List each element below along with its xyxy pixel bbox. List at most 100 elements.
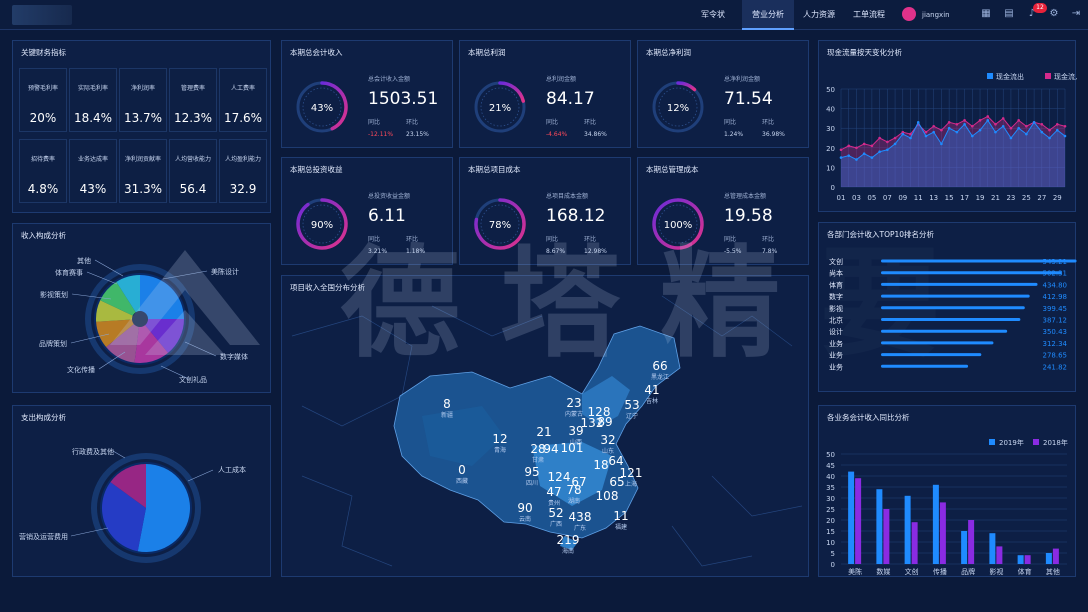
series-point xyxy=(839,148,843,152)
bar xyxy=(989,533,996,564)
map-border-line xyxy=(711,475,803,517)
kpi-label: 人工费率 xyxy=(230,85,255,92)
yoy-panel: 各业务会计收入同比分析 0 5 10 15 20 25 30 35 40 45 50 美陈 数媒 文创 传播… xyxy=(818,405,1076,577)
stat-value: 19.58 xyxy=(724,206,773,226)
series-point xyxy=(1048,128,1051,132)
series-point xyxy=(986,115,990,118)
username[interactable]: jiangxin xyxy=(922,0,950,30)
grid-icon[interactable]: ▦ xyxy=(980,8,992,20)
bar-value: 278.65 xyxy=(1043,352,1068,360)
kpi-label: 净利润贡献率 xyxy=(124,156,161,163)
bar-category: 业务 xyxy=(829,339,843,348)
avatar[interactable] xyxy=(902,7,916,21)
y-tick: 5 xyxy=(831,550,835,558)
bar xyxy=(881,318,1021,321)
kpi-value: 12.3% xyxy=(173,111,213,125)
income-pie-panel: 收入构成分析 其他 体育赛事 影视策划 品牌策划 文化传播 文创礼品 数字媒体 美陈设计 xyxy=(12,223,271,393)
series-point xyxy=(1063,134,1067,138)
ring-percent: 43% xyxy=(311,103,333,114)
map-value: 89 xyxy=(597,415,612,429)
series-point xyxy=(947,121,951,124)
series-point xyxy=(994,130,997,134)
legend-label: 2019年 xyxy=(999,438,1024,447)
map-value: 52 xyxy=(548,506,563,520)
yoy-value: -4.64% xyxy=(546,131,568,138)
income-pie-chart: 其他体育赛事影视策划品牌策划文化传播文创礼品 数字媒体 美陈设计 xyxy=(39,256,248,384)
panel-title: 本期总管理成本 xyxy=(646,165,699,174)
series-point xyxy=(986,119,990,122)
y-tick: 40 xyxy=(826,106,835,114)
document-icon[interactable]: ▤ xyxy=(1003,8,1015,20)
kpi-value: 43% xyxy=(79,182,107,196)
bar-category: 业务 xyxy=(829,362,843,371)
stat-panel: 本期总利润 21% 总利润金额 84.17 同比 环比 -4.64% 34.86% xyxy=(459,40,631,148)
panel-title: 关键财务指标 xyxy=(21,48,66,57)
kpi-label: 预警毛利率 xyxy=(27,85,58,92)
series-point xyxy=(924,130,928,134)
series-point xyxy=(893,136,897,140)
nav-tab-3[interactable]: 人力资源 xyxy=(798,0,840,30)
bar xyxy=(1017,555,1024,564)
y-tick: 10 xyxy=(826,164,835,172)
series-point xyxy=(878,136,881,140)
logout-icon[interactable]: ⇥ xyxy=(1070,8,1082,20)
map-value: 108 xyxy=(596,489,619,503)
mom-label: 环比 xyxy=(406,119,419,126)
bar xyxy=(881,271,1062,275)
legend-label: 现金流出 xyxy=(996,72,1024,81)
series-point xyxy=(1040,130,1044,134)
top10-bar-chart: 文创 543.21 尚本 502.31 体育 434.80 数字 412.98 影视 399.45… xyxy=(829,257,1077,371)
series-point xyxy=(955,130,959,134)
x-tick: 13 xyxy=(929,194,938,202)
nav-tab-2[interactable]: 营业分析 xyxy=(742,0,794,30)
kpi-value: 31.3% xyxy=(123,182,163,196)
series-point xyxy=(940,142,943,146)
map-border-line xyxy=(661,295,793,347)
series-point xyxy=(878,150,881,154)
map-border-line xyxy=(301,475,393,567)
series-point xyxy=(909,132,912,136)
gear-icon[interactable]: ⚙ xyxy=(1048,8,1060,20)
x-tick: 01 xyxy=(837,194,846,202)
series-point xyxy=(847,154,851,157)
map-value: 94 xyxy=(543,442,558,456)
stat-panel: 本期总投资收益 90% 总投资收益金额 6.11 同比 环比 3.21% 1.18% xyxy=(281,157,453,265)
yoy-value: 8.67% xyxy=(546,248,566,255)
x-tick: 体育 xyxy=(1018,567,1032,576)
nav-tab-1[interactable]: 军令状 xyxy=(693,0,733,30)
series-point xyxy=(909,136,912,140)
pie-label: 数字媒体 xyxy=(220,352,248,361)
series-point xyxy=(862,152,866,155)
progress-ring: 43% xyxy=(296,81,348,133)
bar xyxy=(932,484,939,564)
panel-title: 本期总会计收入 xyxy=(290,48,343,57)
y-tick: 30 xyxy=(826,495,835,503)
kpi-cell: 预警毛利率 20% xyxy=(19,68,67,132)
y-tick: 30 xyxy=(826,125,835,133)
nav-tab-4[interactable]: 工单流程 xyxy=(848,0,890,30)
series-point xyxy=(1055,122,1059,126)
bar-category: 体育 xyxy=(829,280,843,289)
series-point xyxy=(947,126,951,130)
cashflow-panel: 现金流量按天变化分析 0 10 20 30 40 50 01 03 05 07 09 11 13 15 17… xyxy=(818,40,1077,212)
map-region-label: 黑龙江 xyxy=(651,373,669,381)
bar-value: 543.21 xyxy=(1043,258,1068,266)
bar-value: 502.31 xyxy=(1043,270,1068,278)
bar xyxy=(904,495,911,564)
kpi-value: 56.4 xyxy=(179,182,207,196)
x-tick: 29 xyxy=(1053,194,1062,202)
series-point xyxy=(963,119,966,122)
yoy-value: -5.5% xyxy=(724,248,742,255)
map-value: 11 xyxy=(613,509,628,523)
bar xyxy=(1052,548,1059,564)
top10-panel: 各部门会计收入TOP10排名分析 文创 543.21 尚本 502.31 体育 434.8… xyxy=(818,222,1077,392)
y-tick: 10 xyxy=(826,539,835,547)
series-point xyxy=(870,144,874,148)
series-point xyxy=(839,156,843,159)
bar xyxy=(961,531,968,564)
kpi-cell: 人均盈利能力 32.9 xyxy=(219,139,267,203)
map-region-label: 福建 xyxy=(615,523,627,531)
series-point xyxy=(1017,119,1020,122)
stat-panel: 本期总项目成本 78% 总项目成本金额 168.12 同比 环比 8.67% 12.98% xyxy=(459,157,631,265)
x-tick: 文创 xyxy=(905,567,919,576)
